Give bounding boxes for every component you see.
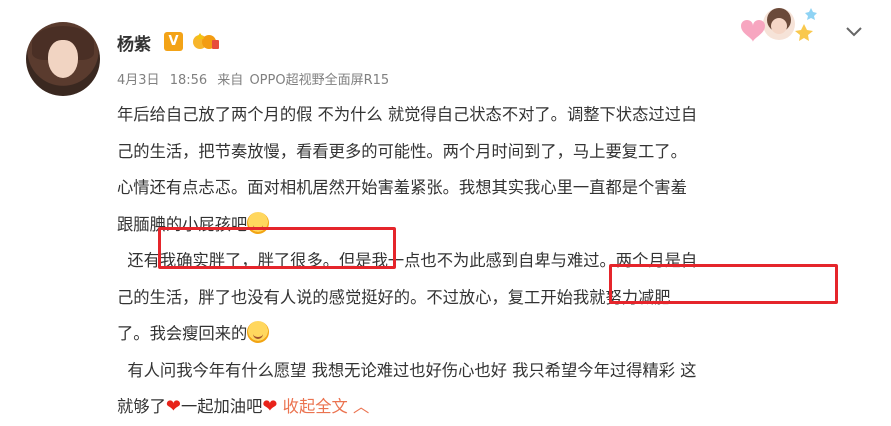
user-avatar[interactable] xyxy=(26,22,100,96)
verified-badge: V xyxy=(164,32,183,51)
post-line: 心情还有点忐忑。面对相机居然开始害羞紧张。我想其实我心里一直都是个害羞 xyxy=(117,178,687,197)
heart-icon: ❤ xyxy=(262,396,278,417)
post-line-text: 了。我会瘦回来的 xyxy=(117,324,248,343)
collapse-full-text-link[interactable]: 收起全文 ︿ xyxy=(283,397,370,416)
heart-icon: ❤ xyxy=(165,396,181,417)
post-time[interactable]: 18:56 xyxy=(170,73,207,88)
avatar-sticker-decoration xyxy=(741,8,817,42)
post-line: 己的生活，把节奏放慢，看看更多的可能性。两个月时间到了，马上要复工了。 xyxy=(117,141,687,161)
from-label: 来自 xyxy=(217,73,244,88)
post-line-text: 就够了 xyxy=(117,397,166,416)
blush-emoji-icon xyxy=(247,211,270,234)
post-line-text: 跟腼腆的小屁孩吧 xyxy=(117,214,248,234)
post-line-with-emoji: 跟腼腆的小屁孩吧 xyxy=(117,207,877,244)
post-line: 还有我确实胖了，胖了很多。但是我一点也不为此感到自卑与难过。两个月是自 xyxy=(117,251,698,270)
chevron-up-icon: ︿ xyxy=(352,397,370,416)
post-content: 年后给自己放了两个月的假 不为什么 就觉得自己状态不对了。调整下状态过过自 己的… xyxy=(117,97,877,426)
post-line-with-emoji: 了。我会瘦回来的 xyxy=(117,316,877,353)
chevron-down-icon[interactable] xyxy=(843,22,865,40)
post-last-line: 就够了❤一起加油吧❤ 收起全文 ︿ xyxy=(117,389,877,426)
yawn-emoji-icon xyxy=(247,321,270,343)
post-line-text: 一起加油吧 xyxy=(180,397,263,416)
username[interactable]: 杨紫 xyxy=(117,30,151,55)
device-source[interactable]: OPPO超视野全面屏R15 xyxy=(249,73,389,88)
crown-badge-icon xyxy=(193,33,219,49)
post-meta: 4月3日 18:56 来自 OPPO超视野全面屏R15 xyxy=(117,69,395,88)
post-line: 有人问我今年有什么愿望 我想无论难过也好伤心也好 我只希望今年过得精彩 这 xyxy=(117,360,697,380)
post-date[interactable]: 4月3日 xyxy=(117,73,160,88)
post-line: 己的生活，胖了也没有人说的感觉挺好的。不过放心，复工开始我就努力减肥 xyxy=(117,287,671,307)
post-line: 年后给自己放了两个月的假 不为什么 就觉得自己状态不对了。调整下状态过过自 xyxy=(117,105,698,124)
